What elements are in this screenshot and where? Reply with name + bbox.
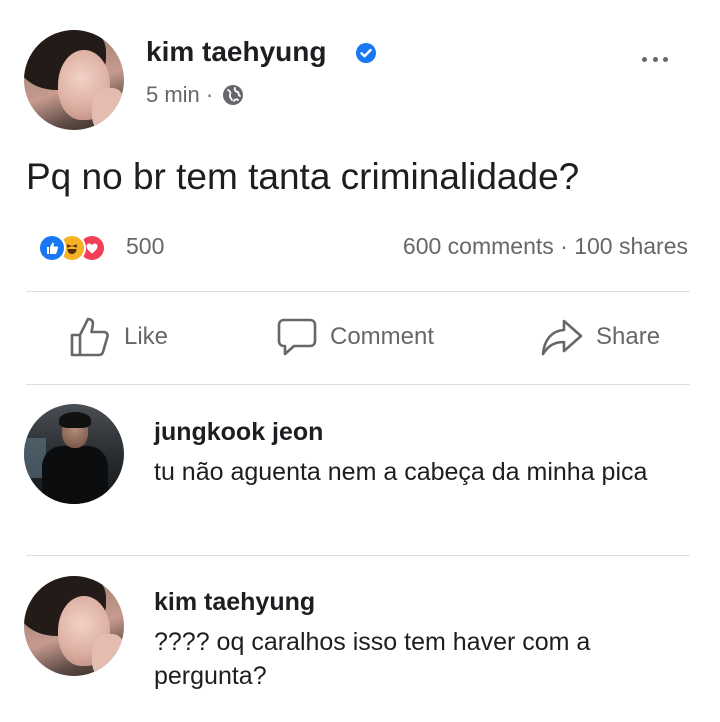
post-author-name[interactable]: kim taehyung [146, 36, 326, 68]
commenter-avatar[interactable] [24, 576, 124, 676]
divider [26, 384, 690, 385]
verified-badge-icon [356, 43, 376, 63]
comment-button[interactable]: Comment [276, 312, 434, 362]
reactions-summary[interactable] [38, 234, 118, 262]
comment-icon [277, 318, 317, 356]
like-label: Like [124, 323, 169, 350]
share-button[interactable]: Share [540, 312, 660, 362]
comments-shares-count[interactable]: 600 comments · 100 shares [403, 233, 688, 260]
post-timestamp[interactable]: 5 min · [146, 82, 213, 108]
commenter-name[interactable]: kim taehyung [154, 588, 315, 617]
reaction-count[interactable]: 500 [126, 233, 164, 260]
like-icon [70, 317, 109, 357]
divider [26, 291, 690, 292]
like-reaction-icon [38, 234, 66, 262]
commenter-avatar[interactable] [24, 404, 124, 504]
post-text: Pq no br tem tanta criminalidade? [26, 156, 580, 197]
comment-label: Comment [330, 323, 435, 350]
author-avatar[interactable] [24, 30, 124, 130]
like-button[interactable]: Like [68, 312, 168, 362]
more-options-icon[interactable] [642, 56, 668, 62]
commenter-name[interactable]: jungkook jeon [154, 418, 323, 447]
share-label: Share [596, 323, 661, 350]
share-icon [541, 319, 583, 356]
comment-text: tu não aguenta nem a cabeça da minha pic… [154, 458, 648, 486]
comment-text: ???? oq caralhos isso tem haver com a pe… [154, 628, 591, 690]
globe-icon [223, 85, 243, 105]
divider [26, 555, 690, 556]
